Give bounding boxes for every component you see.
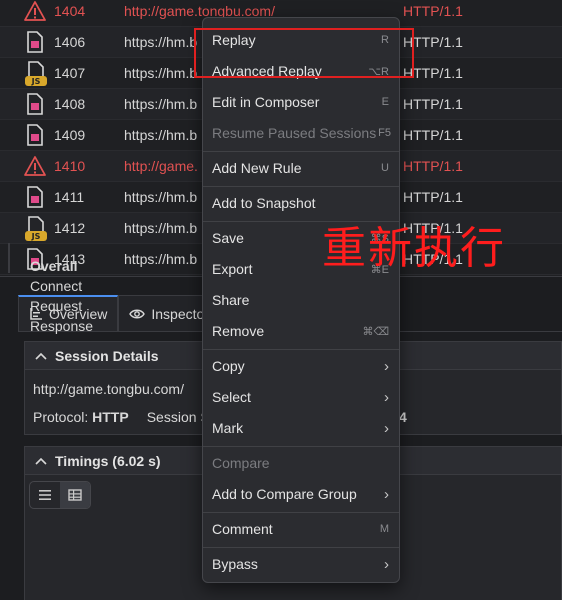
context-menu: Replay R Advanced Replay ⌥R Edit in Compos… (202, 17, 400, 583)
svg-text:JS: JS (31, 232, 41, 241)
menu-shortcut: ⌘⌫ (362, 325, 389, 338)
section-title: Session Details (55, 347, 159, 364)
session-url: https://hm.b (124, 220, 198, 236)
menu-item-remove[interactable]: Remove ⌘⌫ (203, 317, 399, 345)
timing-connect: Connect (30, 278, 83, 294)
menu-label: Copy (212, 358, 245, 374)
menu-item-add-to-compare-group[interactable]: Add to Compare Group › (203, 480, 399, 508)
section-title: Timings (6.02 s) (55, 452, 161, 469)
chevron-up-icon (35, 352, 47, 360)
menu-label: Add to Snapshot (212, 195, 316, 211)
annotation-text: 重新执行 (322, 223, 506, 274)
chevron-right-icon: › (384, 357, 389, 375)
session-url: http://game. (124, 158, 198, 174)
protocol-label: Protocol: (33, 409, 89, 425)
menu-item-comment[interactable]: Comment M (203, 515, 399, 543)
session-url: https://hm.b (124, 251, 198, 267)
image-file-icon (24, 185, 46, 209)
split-handle[interactable] (8, 243, 10, 273)
chevron-up-icon (35, 457, 47, 465)
session-id: 1406 (54, 34, 86, 50)
chevron-right-icon: › (384, 555, 389, 573)
protocol-value: HTTP (92, 409, 129, 425)
menu-label: Share (212, 292, 250, 308)
session-protocol: HTTP/1.1 (403, 96, 463, 112)
menu-item-compare: Compare (203, 449, 399, 477)
chevron-right-icon: › (384, 419, 389, 437)
session-url: https://hm.b (124, 189, 198, 205)
highlight-box (194, 28, 414, 78)
session-id: 1404 (54, 3, 86, 19)
session-trailing: 4 (399, 409, 407, 425)
menu-item-copy[interactable]: Copy › (203, 352, 399, 380)
session-protocol: HTTP/1.1 (403, 158, 463, 174)
menu-label: Edit in Composer (212, 94, 320, 110)
session-protocol: HTTP/1.1 (403, 127, 463, 143)
timing-request: Request (30, 298, 83, 314)
menu-label: Remove (212, 323, 265, 339)
menu-item-mark[interactable]: Mark › (203, 414, 399, 442)
image-file-icon (24, 92, 46, 116)
list-view-icon[interactable] (30, 482, 60, 508)
menu-shortcut: M (379, 523, 389, 535)
menu-separator (203, 349, 399, 350)
session-label: Session S (146, 409, 210, 425)
menu-shortcut: U (381, 162, 389, 174)
menu-item-select[interactable]: Select › (203, 383, 399, 411)
menu-label: Add New Rule (212, 160, 302, 176)
session-url: https://hm.b (124, 65, 198, 81)
table-view-icon[interactable] (60, 482, 90, 508)
session-protocol: HTTP/1.1 (403, 189, 463, 205)
tab-label: Inspector (151, 305, 209, 322)
menu-label: Comment (212, 521, 273, 537)
warning-icon (24, 0, 46, 23)
menu-item-add-new-rule[interactable]: Add New Rule U (203, 154, 399, 182)
timing-overall: Overall (30, 258, 78, 274)
menu-item-bypass[interactable]: Bypass › (203, 550, 399, 578)
session-protocol: HTTP/1.1 (403, 3, 463, 19)
menu-separator (203, 547, 399, 548)
menu-label: Mark (212, 420, 244, 436)
eye-icon (129, 307, 146, 321)
session-url: https://hm.b (124, 96, 198, 112)
chevron-right-icon: › (384, 388, 389, 406)
menu-label: Bypass (212, 556, 258, 572)
warning-icon (24, 154, 46, 178)
menu-separator (203, 512, 399, 513)
menu-item-resume-paused-sessions: Resume Paused Sessions F5 (203, 119, 399, 147)
chevron-right-icon: › (384, 485, 389, 503)
session-url: https://hm.b (124, 34, 198, 50)
timings-view-toggle (29, 481, 91, 509)
timing-response: Response (30, 318, 94, 334)
session-id: 1411 (54, 189, 85, 205)
menu-label: Resume Paused Sessions (212, 125, 377, 141)
image-file-icon (24, 30, 46, 54)
js-file-icon: JS (24, 216, 47, 241)
menu-separator (203, 151, 399, 152)
menu-item-edit-in-composer[interactable]: Edit in Composer E (203, 88, 399, 116)
session-url: https://hm.b (124, 127, 198, 143)
session-id: 1410 (54, 158, 86, 174)
image-file-icon (24, 123, 46, 147)
session-id: 1408 (54, 96, 86, 112)
svg-text:JS: JS (31, 77, 41, 86)
menu-label: Select (212, 389, 251, 405)
session-id: 1409 (54, 127, 86, 143)
menu-shortcut: F5 (378, 127, 391, 139)
menu-label: Export (212, 261, 253, 277)
js-file-icon: JS (24, 61, 47, 86)
menu-shortcut: E (381, 96, 389, 108)
menu-label: Save (212, 230, 244, 246)
menu-label: Add to Compare Group (212, 486, 357, 502)
timing-rows: Overall Connect Request Response (30, 256, 93, 336)
menu-label: Compare (212, 455, 270, 471)
menu-separator (203, 446, 399, 447)
menu-item-share[interactable]: Share (203, 286, 399, 314)
session-id: 1412 (54, 220, 86, 236)
menu-separator (203, 186, 399, 187)
session-id: 1407 (54, 65, 86, 81)
